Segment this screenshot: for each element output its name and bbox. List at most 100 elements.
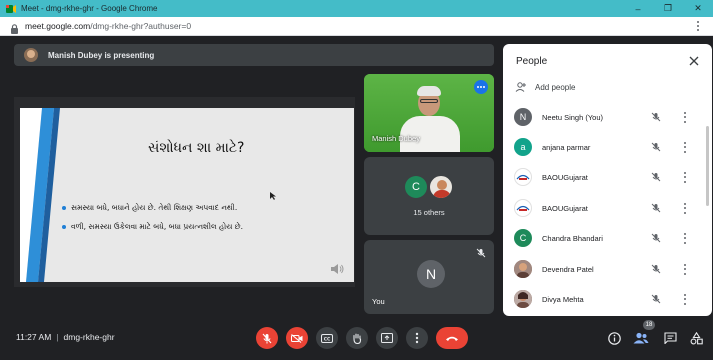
meet-favicon-icon — [6, 4, 16, 14]
participant-row[interactable]: BAOUGujarat — [503, 196, 712, 220]
add-people-button[interactable]: Add people — [515, 82, 575, 92]
participant-more-icon[interactable] — [683, 202, 687, 214]
current-time: 11:27 AM — [16, 332, 52, 342]
participant-more-icon[interactable] — [683, 141, 687, 153]
presenting-banner: Manish Dubey is presenting — [14, 44, 494, 66]
presenting-text: Manish Dubey is presenting — [48, 50, 155, 60]
baou-logo-icon — [514, 168, 532, 186]
participant-row[interactable]: BAOUGujarat — [503, 165, 712, 189]
chat-button[interactable] — [662, 330, 678, 346]
mic-off-icon — [651, 294, 661, 304]
hang-up-icon — [446, 336, 458, 341]
participant-row[interactable]: N Neetu Singh (You) — [503, 105, 712, 129]
participant-name: Chandra Bhandari — [542, 233, 603, 243]
participant-count-badge: 18 — [643, 320, 655, 330]
mic-off-icon — [651, 264, 661, 274]
mic-off-icon — [476, 248, 486, 258]
svg-text:CC: CC — [324, 336, 331, 342]
close-window-button[interactable]: ✕ — [683, 0, 713, 17]
slide-bullet: સમસ્યા બધે, બધાને હોય છે. તેથી શિક્ષણ અપ… — [62, 203, 237, 213]
others-avatar-photo — [428, 174, 454, 200]
info-icon — [607, 331, 621, 345]
others-avatar-initial: C — [405, 176, 427, 198]
presentation-slide: સંશોધન શા માટે? સમસ્યા બધે, બધાને હોય છે… — [20, 108, 354, 282]
address-bar[interactable]: meet.google.com/dmg-rkhe-ghr?authuser=0 — [0, 17, 713, 36]
participant-name: BAOUGujarat — [542, 172, 588, 182]
slide-decoration — [20, 108, 60, 282]
participant-more-icon[interactable] — [683, 232, 687, 244]
browser-menu-icon[interactable] — [693, 20, 703, 32]
others-count-label: 15 others — [413, 208, 445, 217]
raise-hand-button[interactable] — [346, 327, 368, 349]
mic-off-icon — [651, 172, 661, 182]
baou-logo-icon — [514, 199, 532, 217]
window-title: Meet - dmg-rkhe-ghr - Google Chrome — [21, 4, 158, 13]
camera-off-icon — [291, 333, 303, 343]
closed-captions-icon: CC — [321, 333, 333, 343]
captions-button[interactable]: CC — [316, 327, 338, 349]
meeting-details-button[interactable] — [606, 330, 622, 346]
people-scrollbar[interactable] — [706, 126, 709, 206]
more-vert-icon — [415, 332, 419, 344]
toggle-camera-button[interactable] — [286, 327, 308, 349]
present-now-button[interactable] — [376, 327, 398, 349]
mouse-cursor-icon — [270, 192, 276, 200]
meeting-info: 11:27 AM | dmg-rkhe-ghr — [16, 332, 115, 342]
presenter-video-tile[interactable]: Manish Dubey — [364, 74, 494, 152]
presenter-tile-name: Manish Dubey — [372, 134, 420, 143]
show-everyone-button[interactable] — [633, 330, 649, 346]
activities-button[interactable] — [688, 330, 704, 346]
meeting-controls-bar: 11:27 AM | dmg-rkhe-ghr CC 18 — [0, 316, 713, 360]
others-tile[interactable]: C 15 others — [364, 157, 494, 235]
restore-button[interactable]: ❐ — [653, 0, 683, 17]
participant-name: Devendra Patel — [542, 264, 594, 274]
raise-hand-icon — [353, 333, 362, 344]
participant-more-icon[interactable] — [683, 111, 687, 123]
participant-name: Divya Mehta — [542, 294, 584, 304]
separator: | — [56, 332, 59, 342]
people-panel-title: People — [516, 56, 548, 67]
participant-more-icon[interactable] — [683, 263, 687, 275]
mic-off-icon — [651, 203, 661, 213]
browser-title-bar: Meet - dmg-rkhe-ghr - Google Chrome – ❐ … — [0, 0, 713, 17]
participant-name: BAOUGujarat — [542, 203, 588, 213]
self-tile[interactable]: N You — [364, 240, 494, 314]
url-text[interactable]: meet.google.com/dmg-rkhe-ghr?authuser=0 — [25, 21, 191, 31]
participant-more-icon[interactable] — [683, 171, 687, 183]
participant-name: anjana parmar — [542, 142, 591, 152]
bullet-text: સમસ્યા બધે, બધાને હોય છે. તેથી શિક્ષણ અપ… — [71, 203, 238, 212]
bullet-text: વળી, સમસ્યા ઉકેલવા માટે બધે, બધા પ્રયત્ન… — [71, 222, 243, 231]
participant-avatar: a — [514, 138, 532, 156]
close-icon[interactable] — [689, 56, 699, 66]
add-person-icon — [515, 82, 526, 92]
mic-off-icon — [651, 112, 661, 122]
present-screen-icon — [381, 333, 393, 343]
bullet-dot — [62, 225, 66, 229]
add-people-label: Add people — [535, 82, 576, 92]
participant-avatar: N — [514, 108, 532, 126]
participant-row[interactable]: Divya Mehta — [503, 287, 712, 311]
mic-off-icon — [262, 333, 272, 343]
bullet-dot — [62, 206, 66, 210]
tile-more-options-icon[interactable] — [474, 80, 488, 94]
leave-call-button[interactable] — [436, 327, 468, 349]
slide-title: સંશોધન શા માટે? — [148, 140, 245, 156]
minimize-button[interactable]: – — [623, 0, 653, 17]
participant-photo-avatar — [514, 290, 532, 308]
slide-bullet: વળી, સમસ્યા ઉકેલવા માટે બધે, બધા પ્રયત્ન… — [62, 222, 243, 232]
lock-icon[interactable] — [10, 21, 19, 34]
toggle-mic-button[interactable] — [256, 327, 278, 349]
presenter-glasses — [420, 99, 438, 103]
participant-avatar: C — [514, 229, 532, 247]
meeting-code: dmg-rkhe-ghr — [63, 332, 115, 342]
participant-more-icon[interactable] — [683, 293, 687, 305]
participant-row[interactable]: Devendra Patel — [503, 257, 712, 281]
self-tile-name: You — [372, 297, 385, 306]
people-icon — [633, 332, 649, 344]
presenter-avatar — [24, 48, 38, 62]
participant-row[interactable]: C Chandra Bhandari — [503, 226, 712, 250]
more-options-button[interactable] — [406, 327, 428, 349]
participant-name: Neetu Singh (You) — [542, 112, 604, 122]
participant-row[interactable]: a anjana parmar — [503, 135, 712, 159]
mic-off-icon — [651, 233, 661, 243]
